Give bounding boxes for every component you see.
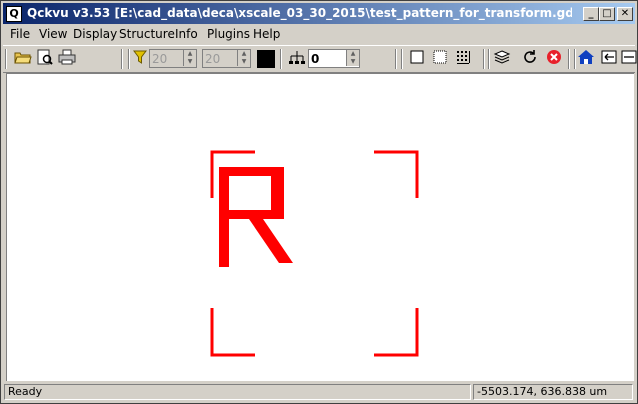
corner-mark-bottom-right xyxy=(374,308,419,357)
spinner-down-icon[interactable]: ▼ xyxy=(183,58,196,66)
spinner-up-icon[interactable]: ▲ xyxy=(237,50,250,58)
maximize-button[interactable]: □ xyxy=(599,7,615,21)
filter-min-value: 20 xyxy=(152,52,168,66)
toolbar-separator xyxy=(280,49,282,69)
layers-icon[interactable] xyxy=(492,49,512,69)
filter-max-spinner[interactable]: 20 ▲ ▼ xyxy=(202,49,251,68)
printer-icon[interactable] xyxy=(57,49,77,69)
minimize-button[interactable]: _ xyxy=(583,7,599,21)
letter-r-shape xyxy=(219,167,293,267)
dotted-fill-icon[interactable] xyxy=(430,49,450,69)
spinner-up-icon[interactable]: ▲ xyxy=(183,50,196,58)
back-arrow-icon[interactable] xyxy=(599,49,619,69)
filter-min-spinner[interactable]: 20 ▲ ▼ xyxy=(149,49,197,68)
hierarchy-level-spinner[interactable]: 0 ▲ ▼ xyxy=(308,49,360,68)
menu-view[interactable]: View xyxy=(39,27,67,41)
grid-fill-icon[interactable] xyxy=(453,49,473,69)
toolbar-grip xyxy=(488,49,490,69)
menu-display[interactable]: Display xyxy=(73,27,117,41)
app-icon[interactable]: Q xyxy=(6,6,22,22)
toolbar-separator xyxy=(568,49,570,69)
toolbar-separator xyxy=(121,49,123,69)
layout-canvas[interactable] xyxy=(6,73,634,381)
funnel-icon[interactable] xyxy=(130,49,150,69)
home-icon[interactable] xyxy=(576,49,596,69)
status-bar: Ready -5503.174, 636.838 um xyxy=(3,383,635,401)
spinner-up-icon[interactable]: ▲ xyxy=(346,50,359,58)
hierarchy-level-value: 0 xyxy=(311,52,320,66)
corner-mark-top-right xyxy=(374,150,419,198)
app-window: Q Qckvu v3.53 [E:\cad_data\deca\xscale_0… xyxy=(0,0,638,404)
toolbar: 20 ▲ ▼ 20 ▲ ▼ 0 ▲ ▼ xyxy=(3,45,638,73)
menu-bar: File View Display Structure Info Plugins… xyxy=(3,25,635,44)
hierarchy-tree-icon[interactable] xyxy=(287,49,307,69)
menu-plugins[interactable]: Plugins xyxy=(207,27,250,41)
menu-help[interactable]: Help xyxy=(253,27,280,41)
filter-max-value: 20 xyxy=(205,52,221,66)
toolbar-grip xyxy=(401,49,403,69)
title-bar[interactable]: Q Qckvu v3.53 [E:\cad_data\deca\xscale_0… xyxy=(3,3,635,24)
cursor-coordinates: -5503.174, 636.838 um xyxy=(473,384,633,400)
menu-structure[interactable]: Structure xyxy=(119,27,175,41)
status-message: Ready xyxy=(4,384,471,400)
outline-fill-icon[interactable] xyxy=(407,49,427,69)
toolbar-grip xyxy=(5,49,7,69)
spinner-down-icon[interactable]: ▼ xyxy=(237,58,250,66)
open-folder-icon[interactable] xyxy=(13,49,33,69)
color-swatch-icon[interactable] xyxy=(256,49,276,69)
stop-icon[interactable] xyxy=(544,49,564,69)
window-title: Qckvu v3.53 [E:\cad_data\deca\xscale_03_… xyxy=(27,6,572,20)
corner-mark-bottom-left xyxy=(210,308,255,357)
toolbar-separator xyxy=(483,49,485,69)
menu-info[interactable]: Info xyxy=(175,27,198,41)
close-button[interactable]: ✕ xyxy=(617,7,633,21)
refresh-icon[interactable] xyxy=(520,49,540,69)
spinner-down-icon[interactable]: ▼ xyxy=(346,58,359,66)
forward-arrow-icon[interactable] xyxy=(619,49,638,69)
layout-drawing xyxy=(210,150,419,357)
print-preview-icon[interactable] xyxy=(35,49,55,69)
menu-file[interactable]: File xyxy=(10,27,30,41)
toolbar-separator xyxy=(395,49,397,69)
